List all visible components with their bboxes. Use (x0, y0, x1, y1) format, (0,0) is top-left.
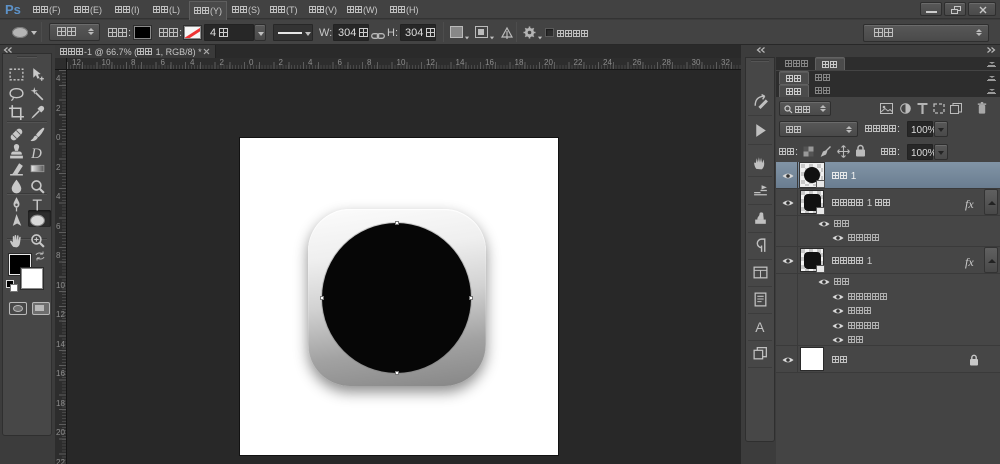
svg-text:D: D (30, 146, 42, 161)
svg-text:T: T (32, 197, 42, 213)
svg-text:A: A (755, 319, 765, 335)
